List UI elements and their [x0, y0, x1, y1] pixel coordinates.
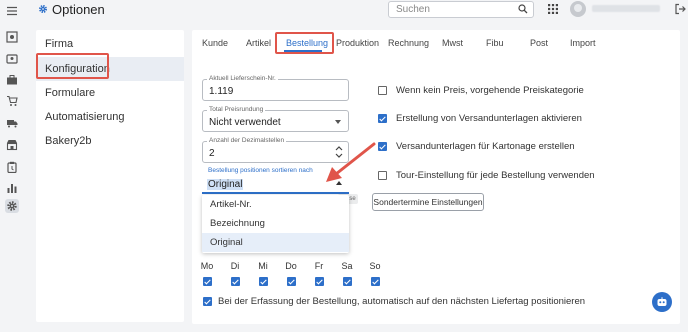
day-label-do: Do	[285, 261, 297, 271]
icon-rail	[0, 0, 24, 332]
dezimalstellen-stepper[interactable]: Anzahl der Dezimalstellen 2	[202, 137, 349, 163]
clipboard-icon[interactable]	[5, 160, 19, 174]
checkbox-label: Tour-Einstellung für jede Bestellung ver…	[396, 170, 595, 181]
chevron-up-icon	[336, 181, 342, 185]
sidebar-item-konfiguration[interactable]: Konfiguration	[36, 57, 184, 81]
settings-icon[interactable]	[5, 199, 19, 213]
field-value: 1.119	[209, 86, 234, 97]
checkbox-box[interactable]	[378, 142, 387, 151]
store-icon[interactable]	[5, 138, 19, 152]
checkbox-label: Bei der Erfassung der Bestellung, automa…	[218, 296, 586, 307]
sortierung-dropdown-menu: Artikel-Nr. Bezeichnung Original	[202, 195, 349, 253]
stepper-arrows-icon[interactable]	[335, 144, 343, 160]
field-label: Bestellung positionen sortieren nach	[208, 167, 313, 174]
search-icon[interactable]	[518, 4, 528, 14]
settings-sidebar: Firma Konfiguration Formulare Automatisi…	[36, 30, 184, 322]
apps-grid-icon[interactable]	[548, 4, 558, 14]
tab-rechnung[interactable]: Rechnung	[388, 38, 429, 48]
sidebar-item-formulare[interactable]: Formulare	[36, 81, 184, 105]
sortierung-select[interactable]: Bestellung positionen sortieren nach Ori…	[202, 167, 349, 194]
checkbox-kartonage[interactable]: Versandunterlagen für Kartonage erstelle…	[378, 141, 575, 152]
checkbox-box[interactable]	[203, 297, 212, 306]
cart-icon[interactable]	[5, 94, 19, 108]
page-title: Optionen	[38, 2, 105, 17]
dashboard-icon[interactable]	[5, 30, 19, 44]
sidebar-item-label: Firma	[45, 38, 74, 50]
chat-bot-button[interactable]	[652, 292, 672, 312]
day-checkbox-di[interactable]	[231, 277, 240, 286]
field-label: Anzahl der Dezimalstellen	[207, 137, 287, 145]
preisrundung-select[interactable]: Total Preisrundung Nicht verwendet	[202, 106, 349, 132]
sidebar-item-firma[interactable]: Firma	[36, 31, 184, 57]
checkbox-box[interactable]	[378, 171, 387, 180]
tab-bestellung[interactable]: Bestellung	[286, 38, 328, 48]
checkbox-label: Erstellung von Versandunterlagen aktivie…	[396, 113, 582, 124]
dropdown-option-artikel-nr[interactable]: Artikel-Nr.	[202, 195, 349, 214]
chart-icon[interactable]	[5, 181, 19, 195]
field-label: Total Preisrundung	[207, 106, 266, 114]
search-input[interactable]	[389, 2, 509, 17]
day-label-fr: Fr	[314, 261, 324, 271]
search-box	[388, 1, 534, 18]
sidebar-item-label: Bakery2b	[45, 135, 92, 147]
checkbox-kein-preis[interactable]: Wenn kein Preis, vorgehende Preiskategor…	[378, 85, 584, 96]
day-label-sa: Sa	[341, 261, 353, 271]
tab-post[interactable]: Post	[530, 38, 548, 48]
dropdown-option-bezeichnung[interactable]: Bezeichnung	[202, 214, 349, 233]
tab-fibu[interactable]: Fibu	[486, 38, 504, 48]
sidebar-item-label: Konfiguration	[45, 63, 110, 75]
day-label-so: So	[369, 261, 381, 271]
dropdown-option-original[interactable]: Original	[202, 233, 349, 252]
day-checkbox-fr[interactable]	[315, 277, 324, 286]
top-bar: Optionen	[24, 0, 688, 22]
day-checkbox-do[interactable]	[287, 277, 296, 286]
day-checkbox-so[interactable]	[371, 277, 380, 286]
tab-bar: Kunde Artikel Bestellung Produktion Rech…	[192, 30, 680, 52]
day-label-di: Di	[230, 261, 240, 271]
sidebar-item-label: Automatisierung	[45, 111, 125, 123]
lieferschein-nr-field[interactable]: Aktuell Lieferschein-Nr. 1.119	[202, 75, 349, 101]
gear-icon	[38, 3, 48, 17]
avatar[interactable]	[570, 1, 586, 17]
chevron-down-icon	[335, 120, 341, 124]
day-checkbox-sa[interactable]	[343, 277, 352, 286]
main-panel: Kunde Artikel Bestellung Produktion Rech…	[192, 30, 680, 324]
tab-produktion[interactable]: Produktion	[336, 38, 379, 48]
truck-icon[interactable]	[5, 116, 19, 130]
field-value: Original	[207, 179, 244, 190]
checkbox-tour-einstellung[interactable]: Tour-Einstellung für jede Bestellung ver…	[378, 170, 595, 181]
checkbox-box[interactable]	[378, 114, 387, 123]
day-label-mi: Mi	[258, 261, 268, 271]
menu-icon[interactable]	[5, 4, 19, 18]
checkbox-label: Versandunterlagen für Kartonage erstelle…	[396, 141, 575, 152]
tab-artikel[interactable]: Artikel	[246, 38, 271, 48]
tab-import[interactable]: Import	[570, 38, 596, 48]
sidebar-item-label: Formulare	[45, 87, 96, 99]
logout-icon[interactable]	[674, 3, 686, 15]
robot-icon	[657, 297, 667, 306]
day-checkbox-mo[interactable]	[203, 277, 212, 286]
tab-mwst[interactable]: Mwst	[442, 38, 463, 48]
sidebar-item-automatisierung[interactable]: Automatisierung	[36, 105, 184, 129]
sondertermine-button[interactable]: Sondertermine Einstellungen	[372, 193, 484, 211]
field-value: 2	[209, 148, 215, 159]
contacts-icon[interactable]	[5, 52, 19, 66]
checkbox-auto-position[interactable]: Bei der Erfassung der Bestellung, automa…	[203, 296, 585, 307]
field-label: Aktuell Lieferschein-Nr.	[207, 75, 278, 83]
day-label-mo: Mo	[200, 261, 214, 271]
user-name-blurred	[592, 5, 660, 12]
sidebar-item-bakery2b[interactable]: Bakery2b	[36, 129, 184, 153]
field-value: Nicht verwendet	[209, 117, 281, 128]
day-checkbox-mi[interactable]	[259, 277, 268, 286]
checkbox-versandunterlagen[interactable]: Erstellung von Versandunterlagen aktivie…	[378, 113, 582, 124]
checkbox-label: Wenn kein Preis, vorgehende Preiskategor…	[396, 85, 584, 96]
active-tab-indicator	[284, 50, 322, 52]
briefcase-icon[interactable]	[5, 73, 19, 87]
tab-kunde[interactable]: Kunde	[202, 38, 228, 48]
checkbox-box[interactable]	[378, 86, 387, 95]
page-title-text: Optionen	[52, 2, 105, 17]
